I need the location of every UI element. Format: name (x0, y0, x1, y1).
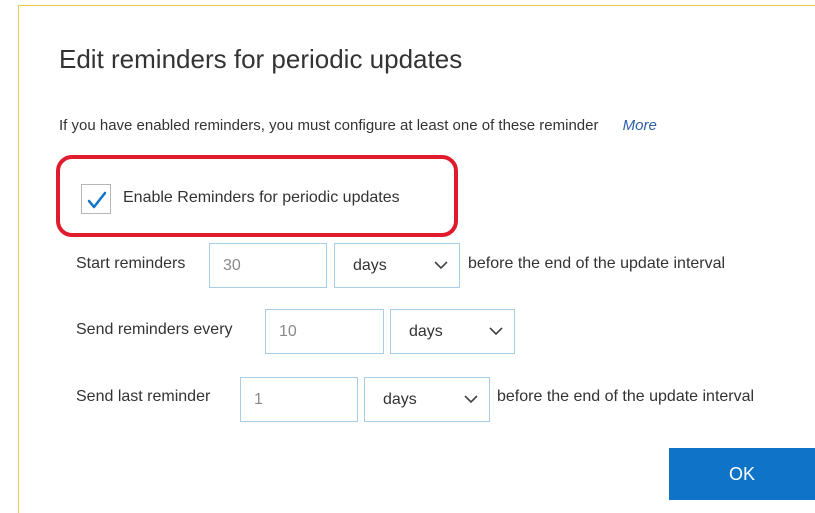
intro-message: If you have enabled reminders, you must … (59, 117, 599, 134)
dialog-title: Edit reminders for periodic updates (59, 44, 463, 74)
checkmark-icon (87, 191, 107, 209)
send-last-input[interactable]: 1 (240, 377, 358, 422)
send-last-label: Send last reminder (76, 388, 211, 405)
send-every-input[interactable]: 10 (265, 309, 384, 354)
send-every-label: Send reminders every (76, 321, 233, 338)
more-link[interactable]: More (623, 117, 657, 134)
send-last-unit-select[interactable]: days (364, 377, 490, 422)
start-reminders-unit-select[interactable]: days (334, 243, 460, 288)
chevron-down-icon (464, 395, 478, 404)
send-last-unit-value: days (383, 391, 417, 408)
start-reminders-unit-value: days (353, 257, 387, 274)
send-every-unit-value: days (409, 323, 443, 340)
send-last-suffix: before the end of the update interval (497, 388, 755, 405)
enable-reminders-label[interactable]: Enable Reminders for periodic updates (123, 189, 400, 207)
start-reminders-label: Start reminders (76, 255, 186, 272)
chevron-down-icon (489, 327, 503, 336)
start-reminders-suffix: before the end of the update interval (468, 255, 726, 272)
chevron-down-icon (434, 261, 448, 270)
send-every-unit-select[interactable]: days (390, 309, 515, 354)
intro-text: If you have enabled reminders, you must … (59, 117, 657, 134)
start-reminders-input[interactable]: 30 (209, 243, 327, 288)
ok-button[interactable]: OK (669, 448, 815, 500)
enable-reminders-checkbox[interactable] (81, 184, 111, 214)
